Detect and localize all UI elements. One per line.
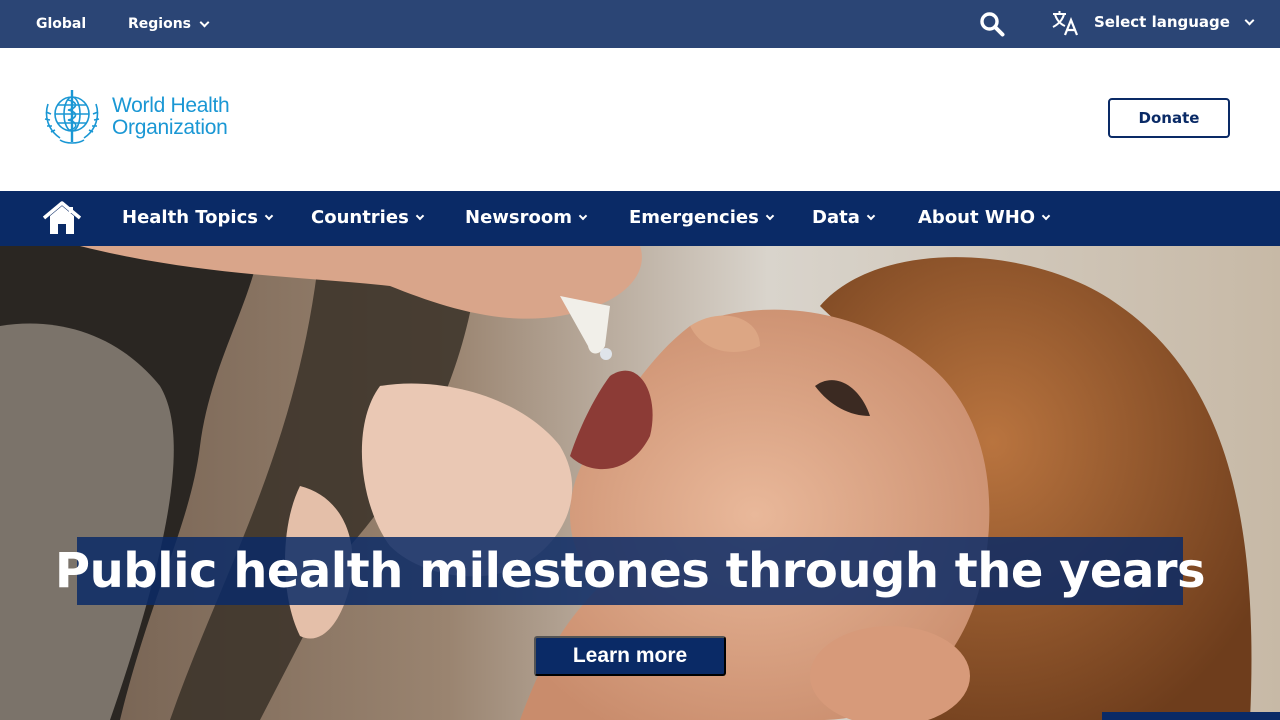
nav-item-data[interactable]: Data — [812, 207, 876, 228]
nav-item-countries[interactable]: Countries — [311, 207, 425, 228]
nav-item-label: Health Topics — [122, 207, 258, 228]
language-selector[interactable]: Select language — [1094, 13, 1255, 31]
chevron-down-icon — [1244, 15, 1255, 25]
logo-line-1: World Health — [112, 94, 230, 117]
main-nav: Health Topics Countries Newsroom Emergen… — [0, 191, 1280, 246]
nav-item-label: Data — [812, 207, 860, 228]
logo-line-2: Organization — [112, 116, 228, 139]
chevron-down-icon — [578, 211, 588, 220]
nav-item-newsroom[interactable]: Newsroom — [465, 207, 588, 228]
donate-button[interactable]: Donate — [1108, 98, 1230, 138]
corner-tab[interactable] — [1102, 712, 1280, 720]
utility-bar: Global Regions Select language — [0, 0, 1280, 48]
regions-dropdown[interactable]: Regions — [128, 16, 210, 32]
logo-wordmark: World Health Organization — [112, 94, 230, 139]
nav-item-label: About WHO — [918, 207, 1036, 228]
nav-item-label: Emergencies — [629, 207, 759, 228]
translate-icon[interactable] — [1051, 9, 1079, 37]
global-link[interactable]: Global — [36, 16, 86, 32]
nav-item-about-who[interactable]: About WHO — [918, 207, 1051, 228]
chevron-down-icon — [1041, 211, 1051, 220]
who-logo[interactable]: World Health Organization — [38, 86, 230, 148]
nav-item-label: Countries — [311, 207, 409, 228]
nav-item-health-topics[interactable]: Health Topics — [122, 207, 274, 228]
chevron-down-icon — [765, 211, 775, 220]
home-icon[interactable] — [43, 201, 81, 235]
learn-more-button[interactable]: Learn more — [534, 636, 726, 676]
language-label: Select language — [1094, 13, 1230, 31]
chevron-down-icon — [415, 211, 425, 220]
chevron-down-icon — [264, 211, 274, 220]
chevron-down-icon — [866, 211, 876, 220]
header: World Health Organization Donate — [0, 48, 1280, 191]
hero-banner: Public health milestones through the yea… — [0, 246, 1280, 720]
regions-label: Regions — [128, 16, 192, 32]
search-icon[interactable] — [979, 11, 1005, 37]
hero-headline: Public health milestones through the yea… — [55, 537, 1206, 605]
who-emblem-icon — [44, 90, 100, 144]
chevron-down-icon — [199, 17, 210, 27]
nav-item-emergencies[interactable]: Emergencies — [629, 207, 775, 228]
nav-item-label: Newsroom — [465, 207, 572, 228]
